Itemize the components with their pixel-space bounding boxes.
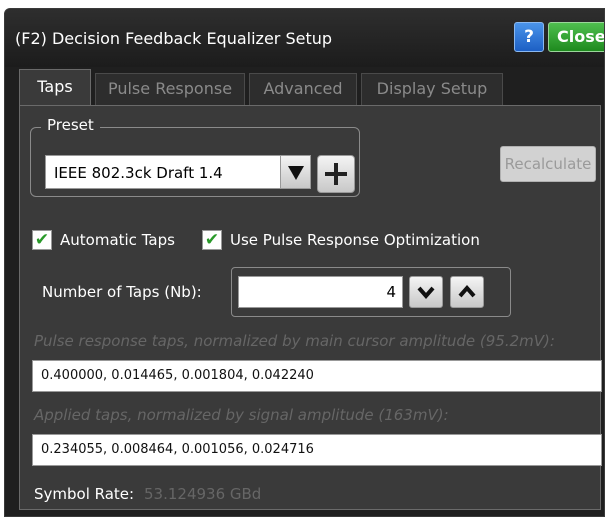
- checkmark-icon: ✔: [32, 230, 52, 250]
- tab-bar: Taps Pulse Response Advanced Display Set…: [19, 69, 604, 105]
- preset-legend: Preset: [41, 116, 100, 134]
- applied-taps-field[interactable]: 0.234055, 0.008464, 0.001056, 0.024716: [32, 434, 602, 466]
- increment-taps-button[interactable]: [450, 276, 484, 308]
- symbol-rate-label: Symbol Rate:: [34, 485, 135, 503]
- number-of-taps-input[interactable]: 4: [238, 276, 403, 308]
- tab-taps[interactable]: Taps: [19, 69, 91, 105]
- pulse-taps-field[interactable]: 0.400000, 0.014465, 0.001804, 0.042240: [32, 360, 602, 392]
- plus-icon: [325, 163, 347, 185]
- checkmark-icon: ✔: [202, 230, 222, 250]
- triangle-down-icon[interactable]: [280, 156, 310, 188]
- help-button[interactable]: ?: [514, 22, 544, 52]
- tab-advanced[interactable]: Advanced: [249, 73, 357, 105]
- chevron-down-icon: [417, 286, 435, 300]
- number-of-taps-label: Number of Taps (Nb):: [42, 283, 202, 301]
- close-button[interactable]: Close: [548, 22, 604, 52]
- preset-dropdown[interactable]: IEEE 802.3ck Draft 1.4: [45, 155, 311, 189]
- title-bar: (F2) Decision Feedback Equalizer Setup ?…: [5, 9, 604, 67]
- automatic-taps-label: Automatic Taps: [60, 231, 175, 249]
- preset-selected-value: IEEE 802.3ck Draft 1.4: [54, 164, 223, 182]
- symbol-rate-value: 53.124936 GBd: [144, 485, 262, 503]
- dialog-title: (F2) Decision Feedback Equalizer Setup: [15, 29, 333, 48]
- dfe-setup-dialog: (F2) Decision Feedback Equalizer Setup ?…: [4, 8, 605, 517]
- automatic-taps-checkbox[interactable]: ✔ Automatic Taps: [32, 228, 175, 252]
- number-of-taps-control: 4: [231, 267, 511, 317]
- applied-taps-hint: Applied taps, normalized by signal ampli…: [34, 406, 449, 424]
- pulse-taps-hint: Pulse response taps, normalized by main …: [34, 332, 555, 350]
- pulse-response-optimization-checkbox[interactable]: ✔ Use Pulse Response Optimization: [202, 228, 480, 252]
- tab-pulse-response[interactable]: Pulse Response: [95, 73, 245, 105]
- chevron-up-icon: [458, 284, 476, 298]
- decrement-taps-button[interactable]: [409, 276, 443, 308]
- taps-panel: Preset IEEE 802.3ck Draft 1.4 Recalculat…: [19, 105, 602, 510]
- preset-group: Preset IEEE 802.3ck Draft 1.4: [30, 116, 360, 197]
- recalculate-button[interactable]: Recalculate: [500, 146, 596, 182]
- add-preset-button[interactable]: [317, 155, 355, 193]
- pulse-response-optimization-label: Use Pulse Response Optimization: [230, 231, 480, 249]
- tab-display-setup[interactable]: Display Setup: [361, 73, 503, 105]
